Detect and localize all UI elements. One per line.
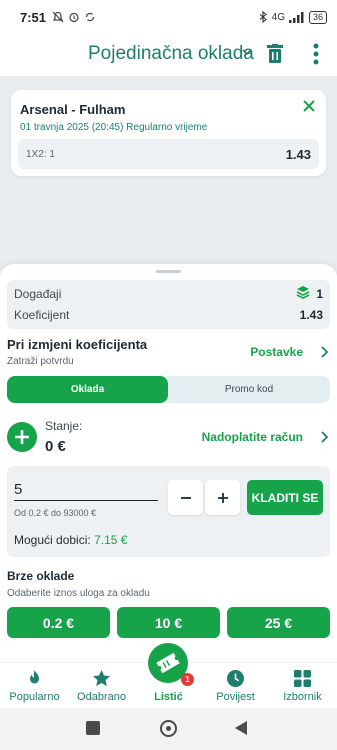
odds-value: 1.43 xyxy=(299,308,323,322)
status-notification-icons xyxy=(52,11,96,23)
events-label: Događaji xyxy=(14,287,62,301)
clock-icon xyxy=(227,670,244,687)
nav-label: Izbornik xyxy=(283,691,322,703)
status-time: 7:51 xyxy=(20,9,47,25)
alarm-icon xyxy=(69,12,79,23)
nav-menu[interactable]: Izbornik xyxy=(269,663,336,709)
nav-label: Odabrano xyxy=(77,691,126,703)
odds-label: Koeficijent xyxy=(14,308,70,322)
bet-slip-sheet: Događaji 1 Koeficijent 1.43 Pri izmjeni … xyxy=(0,264,337,662)
system-navigation xyxy=(0,708,337,750)
drag-handle[interactable] xyxy=(156,270,181,273)
pick-label: 1X2: 1 xyxy=(26,148,55,160)
chevron-right-icon[interactable] xyxy=(319,346,329,358)
bluetooth-icon xyxy=(259,11,267,23)
chevron-down-icon[interactable] xyxy=(241,46,253,58)
nav-history[interactable]: Povijest xyxy=(202,663,269,709)
flame-icon xyxy=(30,670,39,684)
stake-input[interactable] xyxy=(14,479,158,501)
bell-off-icon xyxy=(52,11,64,23)
minus-icon xyxy=(180,496,191,499)
status-right: 4G 36 xyxy=(259,10,327,24)
odds-change-title: Pri izmjeni koeficijenta xyxy=(7,337,148,352)
more-menu-icon[interactable] xyxy=(313,43,319,65)
potential-win-value: 7.15 € xyxy=(94,533,128,547)
nav-label: Povijest xyxy=(216,691,255,703)
trash-icon[interactable] xyxy=(267,44,283,63)
potential-win: Mogući dobici: 7.15 € xyxy=(14,533,127,547)
status-bar: 7:51 4G 36 xyxy=(0,0,337,34)
place-bet-button[interactable]: KLADITI SE xyxy=(247,480,323,515)
close-icon[interactable] xyxy=(302,99,316,113)
back-triangle-icon[interactable] xyxy=(235,721,247,735)
quick-bet-button[interactable]: 25 € xyxy=(227,607,330,638)
slip-tabs: Oklada Promo kod xyxy=(7,376,330,403)
balance-value: 0 € xyxy=(45,438,66,455)
bet-type-selector[interactable]: Pojedinačna oklada xyxy=(88,43,254,65)
tab-oklada[interactable]: Oklada xyxy=(7,376,168,403)
plus-icon xyxy=(217,492,228,503)
add-funds-button[interactable] xyxy=(7,422,37,452)
star-icon xyxy=(93,670,110,687)
pick-odd: 1.43 xyxy=(285,146,311,162)
quick-bet-button[interactable]: 10 € xyxy=(117,607,220,638)
quick-bets-subtitle: Odaberite iznos uloga za okladu xyxy=(7,588,150,599)
decrease-stake-button[interactable] xyxy=(168,480,203,515)
grid-icon xyxy=(294,670,311,687)
signal-icon xyxy=(288,11,304,23)
nav-label: Listić xyxy=(154,691,183,703)
stake-range: Od 0.2 € do 93000 € xyxy=(14,508,97,518)
balance-label: Stanje: xyxy=(45,419,83,433)
events-value: 1 xyxy=(316,287,323,301)
battery-icon: 36 xyxy=(308,10,327,24)
nav-label: Popularno xyxy=(9,691,60,703)
network-label: 4G xyxy=(271,11,285,23)
quick-bet-button[interactable]: 0.2 € xyxy=(7,607,110,638)
tab-promo-code[interactable]: Promo kod xyxy=(168,376,330,403)
settings-link[interactable]: Postavke xyxy=(250,345,303,359)
increase-stake-button[interactable] xyxy=(205,480,240,515)
stake-panel: Od 0.2 € do 93000 € KLADITI SE Mogući do… xyxy=(7,466,330,557)
layers-icon xyxy=(296,286,310,299)
sync-icon xyxy=(85,12,95,22)
recents-square-icon[interactable] xyxy=(86,721,100,735)
pick-row: 1X2: 1 1.43 xyxy=(18,139,319,169)
quick-bets-title: Brze oklade xyxy=(7,569,75,583)
slip-summary: Događaji 1 Koeficijent 1.43 xyxy=(7,280,330,329)
odds-change-subtitle: Zatraži potvrdu xyxy=(7,356,74,367)
plus-icon xyxy=(15,430,29,444)
potential-win-label: Mogući dobici: xyxy=(14,533,91,547)
nav-favorites[interactable]: Odabrano xyxy=(68,663,135,709)
match-datetime: 01 travnja 2025 (20:45) Regularno vrijem… xyxy=(20,122,208,133)
app-header: Pojedinačna oklada xyxy=(0,34,337,76)
bet-selection-card: Arsenal - Fulham 01 travnja 2025 (20:45)… xyxy=(11,90,326,176)
match-name: Arsenal - Fulham xyxy=(20,102,126,117)
home-circle-icon[interactable] xyxy=(160,720,177,737)
nav-popular[interactable]: Popularno xyxy=(1,663,68,709)
topup-link[interactable]: Nadoplatite račun xyxy=(202,430,303,444)
bet-count-badge: 1 xyxy=(181,673,194,686)
chevron-right-icon[interactable] xyxy=(319,431,329,443)
